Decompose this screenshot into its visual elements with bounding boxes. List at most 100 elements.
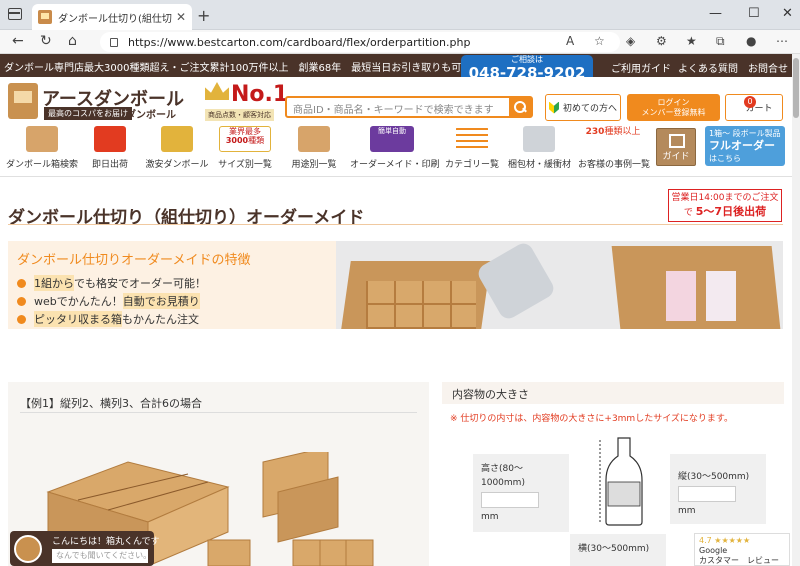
feature-item: 1組から でも格安でオーダー可能！ <box>17 275 206 291</box>
new-tab-icon[interactable]: + <box>197 6 210 25</box>
logo-tagline: 最高のコスパをお届け <box>44 107 132 120</box>
url-text: https://www.bestcarton.com/cardboard/fle… <box>128 35 471 49</box>
shipping-note-line1: 営業日14:00までのご注文 <box>671 193 779 203</box>
review-source: Google <box>699 546 728 555</box>
box-photo <box>611 246 781 329</box>
back-icon[interactable]: ← <box>12 33 24 49</box>
read-aloud-icon[interactable]: A <box>566 34 574 48</box>
depth-input[interactable] <box>678 486 736 502</box>
height-field-group: 高さ(80～1000mm) mm <box>473 454 569 532</box>
category-usage[interactable]: 用途別一覧 <box>284 124 344 172</box>
category-label: 梱包材・緩衝材 <box>508 160 572 170</box>
bullet-icon <box>17 278 26 288</box>
depth-unit: mm <box>678 506 696 516</box>
google-review-badge[interactable]: 4.7 ★★★★★ Google カスタマー レビュー <box>694 533 790 566</box>
category-list[interactable]: カテゴリー覧 <box>444 124 500 172</box>
reload-icon[interactable]: ↻ <box>40 33 52 49</box>
mascot-avatar <box>14 535 42 563</box>
review-rating: 4.7 ★★★★★ <box>699 536 751 545</box>
shipping-note: 営業日14:00までのご注文 で 5〜7日後出荷 <box>668 189 782 222</box>
guide-label: ガイド <box>662 152 690 162</box>
category-label: お客様の事例一覧 <box>578 160 651 170</box>
size-badge-num: 3000 <box>225 136 249 145</box>
more-icon[interactable]: ⋯ <box>776 34 788 48</box>
shipping-note-line2: 5〜7日後出荷 <box>695 205 767 218</box>
scrollbar[interactable] <box>792 54 800 566</box>
truck-icon <box>94 126 126 152</box>
chat-widget[interactable]: こんにちは！箱丸くんです なんでも聞いてください。 <box>10 531 160 566</box>
address-bar-row: ← ↻ ⌂ https://www.bestcarton.com/cardboa… <box>0 30 800 54</box>
full-order-l1: 1箱〜 <box>709 129 731 138</box>
collections-icon[interactable]: ⧉ <box>716 34 725 49</box>
feature-highlight: 自動でお見積り <box>122 293 200 309</box>
extension-icon[interactable]: ◈ <box>626 34 635 48</box>
contact-link[interactable]: お問合せ <box>748 60 788 75</box>
usage-box-icon <box>298 126 330 152</box>
bullet-icon <box>17 296 26 306</box>
category-cases[interactable]: 230種類以上 お客様の事例一覧 <box>578 124 651 172</box>
favorite-icon[interactable]: ☆ <box>594 34 605 48</box>
category-packing[interactable]: 梱包材・緩衝材 <box>508 124 572 172</box>
feature-text: でも格安でオーダー可能！ <box>74 277 206 290</box>
login-button[interactable]: ログイン メンバー登録無料 <box>627 94 720 121</box>
category-order-made[interactable]: 簡単自動 オーダーメイド・印刷 <box>350 124 440 172</box>
category-label: サイズ別一覧 <box>218 160 272 170</box>
home-icon[interactable]: ⌂ <box>68 33 77 49</box>
register-label: メンバー登録無料 <box>641 107 706 117</box>
category-label: カテゴリー覧 <box>444 160 499 170</box>
site-logo[interactable]: アースダンボール 最高のコスパをお届け ダンボール <box>8 83 208 121</box>
lock-icon <box>110 37 118 47</box>
contents-title: 内容物の大きさ <box>442 382 784 404</box>
tab-title: ダンボール仕切り(組仕切り)オーダーメ <box>58 13 172 25</box>
category-label: 即日出荷 <box>91 160 128 170</box>
guide-link[interactable]: ご利用ガイド <box>611 60 671 75</box>
minimize-icon[interactable]: — <box>709 6 722 21</box>
scroll-thumb[interactable] <box>793 58 799 118</box>
tape-icon <box>523 126 555 152</box>
height-label: 高さ(80～1000mm) <box>481 464 525 488</box>
category-same-day[interactable]: 即日出荷 <box>82 124 138 172</box>
height-unit: mm <box>481 512 499 522</box>
browser-tab[interactable]: ダンボール仕切り(組仕切り)オーダーメ ✕ <box>32 4 192 30</box>
maximize-icon[interactable]: ☐ <box>748 6 760 21</box>
search-icon[interactable] <box>509 98 531 116</box>
category-label: 激安ダンボール <box>145 160 209 170</box>
review-label: カスタマー レビュー <box>699 556 779 565</box>
login-label: ログイン <box>657 97 690 107</box>
close-window-icon[interactable]: ✕ <box>782 6 793 21</box>
print-box-icon: 簡単自動 <box>370 126 414 152</box>
cases-badge-icon: 230種類以上 <box>585 126 641 152</box>
feature-item: ピッタリ収まる箱 もかんたん注文 <box>17 311 199 327</box>
chat-input[interactable]: なんでも聞いてください。 <box>52 549 151 563</box>
category-box-search[interactable]: ダンボール箱検索 <box>6 124 78 172</box>
category-size-list[interactable]: 業界最多 3000種類 サイズ別一覧 <box>216 124 274 172</box>
category-cheap[interactable]: 激安ダンボール <box>144 124 210 172</box>
logo-sub-text: ダンボール <box>126 110 176 121</box>
feature-text: もかんたん注文 <box>122 313 199 326</box>
search-input[interactable]: 商品ID・商品名・キーワードで検索できます <box>285 96 533 118</box>
address-bar[interactable]: https://www.bestcarton.com/cardboard/fle… <box>100 32 620 52</box>
full-order-banner[interactable]: 1箱〜 段ボール製品 フルオーダー はこちら <box>705 126 785 166</box>
size-badge-icon: 業界最多 3000種類 <box>219 126 271 152</box>
product-photo <box>706 271 736 321</box>
beginner-mark-icon <box>548 101 559 114</box>
guide-button[interactable]: ガイド <box>656 128 696 166</box>
category-label: ダンボール箱検索 <box>6 160 79 170</box>
first-time-button[interactable]: 初めての方へ <box>545 94 621 121</box>
cart-count-badge: 0 <box>744 96 756 108</box>
example-divider <box>20 412 417 413</box>
window-menu-icon[interactable] <box>8 8 22 20</box>
profile-icon[interactable]: ● <box>746 34 756 48</box>
height-input[interactable] <box>481 492 539 508</box>
size-badge-top: 業界最多 <box>229 127 261 136</box>
cases-num: 230 <box>585 127 605 137</box>
depth-field-group: 縦(30〜500mm) mm <box>670 454 766 524</box>
order-badge: 簡単自動 <box>378 127 406 135</box>
feature-item: webでかんたん！ 自動でお見積り <box>17 293 200 309</box>
faq-link[interactable]: よくある質問 <box>678 60 738 75</box>
puzzle-icon[interactable]: ⚙ <box>656 34 667 48</box>
bottle-diagram <box>599 437 643 526</box>
favorites-list-icon[interactable]: ★ <box>686 34 697 48</box>
favicon-icon <box>38 10 52 24</box>
close-tab-icon[interactable]: ✕ <box>176 10 186 24</box>
